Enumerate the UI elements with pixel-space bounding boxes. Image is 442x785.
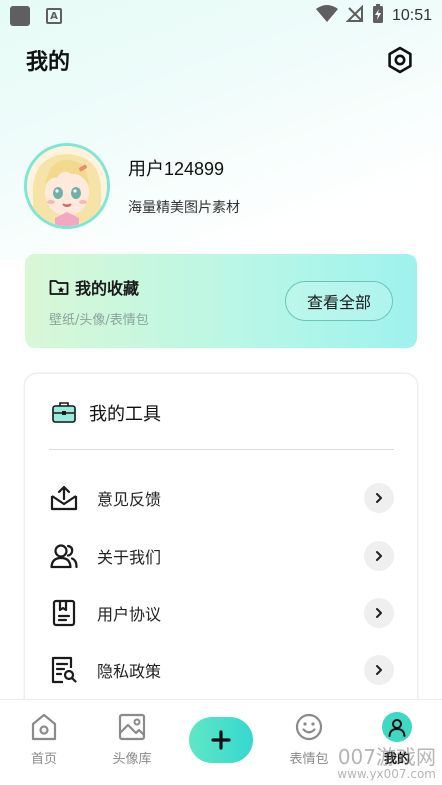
plus-icon	[211, 730, 231, 750]
avatar[interactable]	[24, 143, 110, 229]
clock-time: 10:51	[391, 7, 432, 24]
page-header: 我的	[0, 38, 442, 82]
menu-item-privacy-policy[interactable]: 隐私政策	[49, 650, 394, 690]
menu-item-feedback[interactable]: 意见反馈	[49, 478, 394, 518]
nav-label: 首页	[30, 752, 57, 767]
tools-card: 我的工具 意见反馈 关于我们 用户协议 隐私政策	[25, 374, 417, 714]
privacy-document-icon	[51, 656, 77, 684]
menu-label: 用户协议	[97, 605, 162, 624]
wifi-icon	[315, 5, 338, 27]
menu-label: 意见反馈	[97, 490, 162, 509]
view-all-button[interactable]: 查看全部	[285, 281, 393, 321]
a-text-icon: A	[46, 8, 62, 24]
notification-square-icon	[10, 6, 30, 26]
watermark: 007游戏网 www.yx007.com	[337, 747, 436, 781]
menu-label: 关于我们	[97, 548, 162, 567]
avatar-image	[27, 146, 107, 226]
nav-label: 头像库	[112, 752, 152, 767]
profile-section[interactable]: 用户124899 海量精美图片素材	[24, 143, 240, 229]
tools-divider	[49, 449, 394, 450]
favorites-title: 我的收藏	[75, 278, 140, 298]
folder-star-icon	[49, 279, 69, 295]
menu-item-user-agreement[interactable]: 用户协议	[49, 593, 394, 633]
no-signal-icon	[345, 4, 364, 27]
nav-item-avatar-library[interactable]: 头像库	[97, 712, 167, 767]
bottom-navigation: 首页 头像库 表情包 我的 007游戏网 www.yx007.com	[0, 700, 442, 785]
add-button[interactable]	[189, 717, 253, 763]
settings-button[interactable]	[384, 44, 416, 76]
user-icon	[382, 712, 412, 742]
smiley-icon	[295, 713, 323, 741]
feedback-inbox-icon	[50, 485, 78, 511]
chevron-right-icon	[364, 541, 394, 571]
chevron-right-icon	[364, 483, 394, 513]
tools-header: 我的工具	[51, 400, 161, 426]
user-description: 海量精美图片素材	[128, 200, 240, 216]
agreement-document-icon	[52, 599, 76, 627]
home-icon	[31, 713, 57, 741]
chevron-right-icon	[364, 655, 394, 685]
nav-label: 表情包	[289, 752, 329, 767]
page-title: 我的	[26, 50, 71, 75]
favorites-subtitle: 壁纸/头像/表情包	[49, 312, 149, 328]
chevron-right-icon	[364, 598, 394, 628]
image-icon	[118, 713, 146, 741]
settings-icon	[388, 46, 412, 74]
toolbox-icon	[52, 402, 76, 423]
battery-charging-icon	[372, 4, 384, 28]
watermark-line2: www.yx007.com	[337, 767, 436, 782]
menu-item-about-us[interactable]: 关于我们	[49, 536, 394, 576]
watermark-line1: 007游戏网	[337, 745, 436, 770]
username: 用户124899	[128, 159, 225, 179]
menu-label: 隐私政策	[97, 662, 162, 681]
favorites-card[interactable]: 我的收藏 壁纸/头像/表情包 查看全部	[25, 254, 417, 348]
status-bar: A 10:51	[0, 0, 442, 32]
users-icon	[50, 544, 78, 569]
nav-item-home[interactable]: 首页	[9, 712, 79, 767]
tools-title: 我的工具	[89, 404, 161, 425]
nav-item-stickers[interactable]: 表情包	[274, 712, 344, 767]
